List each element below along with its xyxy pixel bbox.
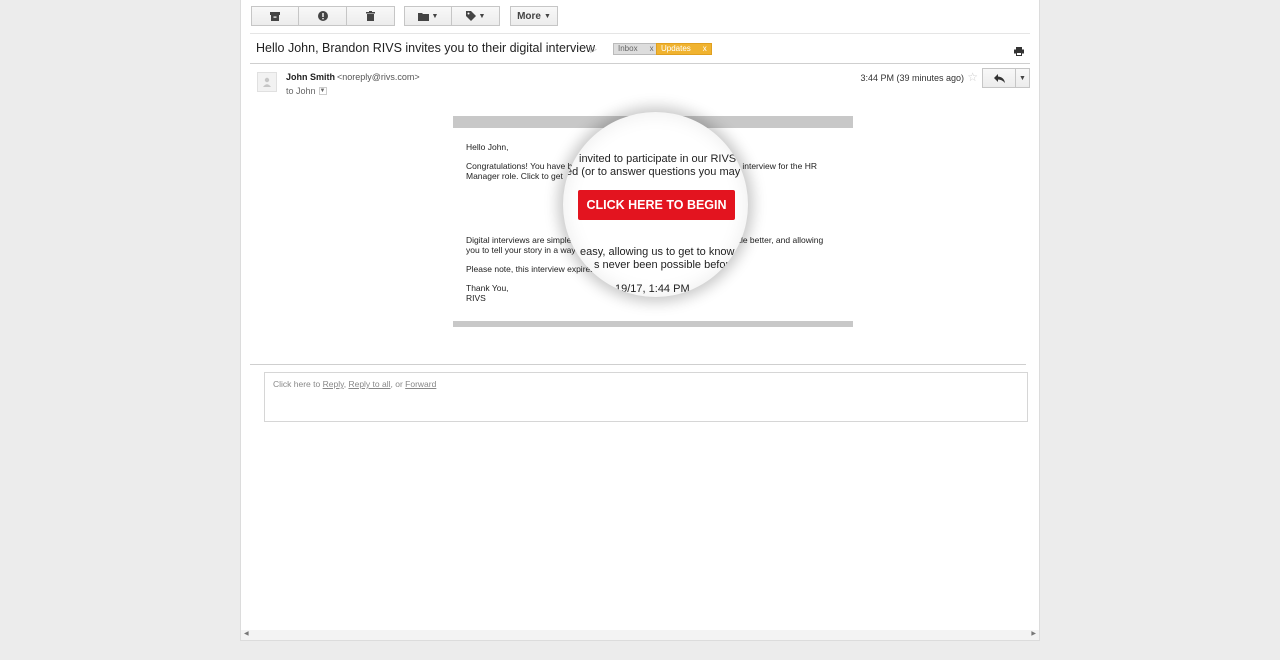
chevron-down-icon: ▼: [431, 12, 439, 20]
reply-all-link[interactable]: Reply to all: [348, 379, 390, 389]
reply-separator: , or: [390, 379, 406, 389]
folder-icon: [417, 12, 429, 21]
reply-link[interactable]: Reply: [323, 379, 344, 389]
label-inbox[interactable]: Inbox x: [613, 43, 659, 55]
reply-button[interactable]: [982, 68, 1016, 88]
subject-row: Hello John, Brandon RIVS invites you to …: [250, 33, 1030, 64]
sender-name: John Smith: [286, 72, 335, 82]
report-spam-icon: [317, 11, 328, 21]
move-to-button[interactable]: ▼: [404, 6, 452, 26]
organize-toolbar: ▼ ▼: [404, 6, 500, 26]
chevron-down-icon: ▼: [543, 12, 551, 20]
labels-button[interactable]: ▼: [452, 6, 500, 26]
tag-icon: [465, 11, 476, 21]
importance-marker-icon[interactable]: ▷: [590, 44, 597, 55]
star-icon[interactable]: ☆: [967, 70, 978, 84]
magnified-line-4: s never been possible before.: [594, 259, 739, 271]
magnifier-lens: invited to participate in our RIVS d ed …: [563, 112, 748, 297]
trash-icon: [366, 11, 375, 21]
report-spam-button[interactable]: [299, 6, 347, 26]
reply-icon: [993, 73, 1005, 83]
remove-label-inbox-button[interactable]: x: [650, 44, 654, 54]
recipient-text: to John: [286, 86, 316, 96]
sender-email: <noreply@rivs.com>: [337, 72, 420, 82]
chevron-down-icon: ▼: [478, 12, 486, 20]
avatar: [257, 72, 277, 92]
divider: [250, 364, 1026, 365]
action-toolbar: [251, 6, 395, 26]
label-inbox-text: Inbox: [618, 44, 638, 53]
archive-icon: [270, 11, 280, 21]
message-time: 3:44 PM (39 minutes ago): [860, 73, 964, 83]
person-icon: [263, 77, 271, 87]
show-details-button[interactable]: ▼: [318, 87, 327, 95]
chevron-down-icon: ▼: [1019, 74, 1026, 82]
para1-line2: Manager role. Click to get: [466, 171, 563, 181]
print-icon[interactable]: [1014, 47, 1024, 59]
magnified-line-3: easy, allowing us to get to know y: [580, 246, 744, 258]
delete-button[interactable]: [347, 6, 395, 26]
message-header: John Smith <noreply@rivs.com> to John ▼ …: [250, 68, 1030, 100]
magnified-line-2: ed (or to answer questions you may h: [566, 166, 748, 178]
horizontal-scrollbar[interactable]: ◀ ▶: [241, 630, 1039, 640]
begin-interview-button[interactable]: CLICK HERE TO BEGIN: [578, 190, 735, 220]
label-updates[interactable]: Updates x: [656, 43, 712, 55]
magnified-line-1: invited to participate in our RIVS d: [579, 153, 746, 165]
reply-prompt: Click here to: [273, 379, 323, 389]
remove-label-updates-button[interactable]: x: [703, 44, 707, 54]
more-button[interactable]: More ▼: [510, 6, 558, 26]
scroll-right-icon[interactable]: ▶: [1031, 630, 1036, 637]
reply-button-group: ▼: [982, 68, 1030, 88]
scroll-left-icon[interactable]: ◀: [244, 630, 249, 637]
magnified-line-5: 19/17, 1:44 PM: [615, 283, 690, 295]
archive-button[interactable]: [251, 6, 299, 26]
forward-link[interactable]: Forward: [405, 379, 436, 389]
recipient-line: to John ▼: [286, 86, 327, 96]
label-updates-text: Updates: [661, 44, 691, 53]
email-subject: Hello John, Brandon RIVS invites you to …: [256, 41, 596, 55]
quick-reply-box[interactable]: Click here to Reply, Reply to all, or Fo…: [264, 372, 1028, 422]
email-footer-bar: [453, 321, 853, 327]
more-reply-options-button[interactable]: ▼: [1016, 68, 1030, 88]
email-panel: ▼ ▼ More ▼ Hello John, Brandon RIVS invi…: [240, 0, 1040, 641]
more-label: More: [517, 10, 541, 22]
para2-line2: you to tell your story in a way: [466, 245, 576, 255]
more-toolbar: More ▼: [510, 6, 558, 26]
signature-name: RIVS: [466, 293, 486, 303]
closing-line: Thank You,: [466, 283, 509, 293]
